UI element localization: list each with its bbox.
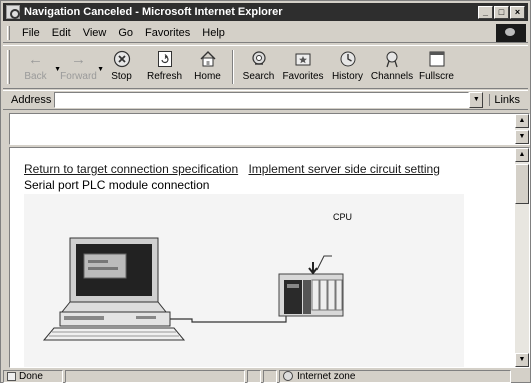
status-cell-1 (247, 369, 261, 383)
ie-app-icon[interactable] (6, 5, 20, 19)
browser-window: Navigation Canceled - Microsoft Internet… (0, 0, 531, 383)
address-input[interactable] (54, 92, 470, 108)
page-icon (7, 371, 16, 381)
fullscreen-button[interactable]: Fullscre (415, 46, 458, 88)
plc-module-icon (278, 255, 344, 317)
home-label: Home (194, 71, 221, 82)
address-dropdown-button[interactable]: ▼ (469, 92, 484, 108)
connection-diagram (24, 194, 464, 367)
window-title: Navigation Canceled - Microsoft Internet… (24, 6, 283, 18)
cpu-label: CPU (333, 212, 353, 222)
main-frame-scrollbar[interactable]: ▲ ▼ (515, 148, 529, 367)
implement-link[interactable]: Implement server side circuit setting (248, 162, 439, 176)
personal-computer-icon (42, 237, 186, 341)
address-bar: Address ▼ Links (3, 90, 528, 110)
back-arrow-icon: ← (28, 50, 43, 68)
favorites-icon (292, 49, 314, 69)
menu-view[interactable]: View (77, 27, 113, 39)
return-link[interactable]: Return to target connection specificatio… (24, 162, 238, 176)
favorites-button[interactable]: Favorites (280, 46, 326, 88)
refresh-icon (154, 49, 176, 69)
forward-arrow-icon: → (71, 50, 86, 68)
menu-bar: File Edit View Go Favorites Help (3, 23, 528, 43)
back-button[interactable]: ← Back ▼ (14, 46, 61, 88)
minimize-button[interactable]: _ (478, 5, 493, 19)
menu-help[interactable]: Help (196, 27, 231, 39)
menu-file[interactable]: File (16, 27, 46, 39)
home-icon (197, 49, 219, 69)
page-content: Return to target connection specificatio… (10, 148, 516, 367)
globe-icon (283, 371, 293, 381)
channels-label: Channels (370, 71, 414, 82)
windows-logo-icon (496, 23, 526, 42)
back-label: Back (24, 71, 47, 82)
search-icon (248, 49, 270, 69)
fullscreen-label: Fullscre (418, 71, 454, 82)
toolbar-separator (232, 50, 234, 84)
forward-label: Forward (60, 71, 97, 82)
channels-button[interactable]: Channels (369, 46, 415, 88)
maximize-button[interactable]: □ (494, 5, 509, 19)
title-bar: Navigation Canceled - Microsoft Internet… (3, 3, 528, 21)
home-button[interactable]: Home (186, 46, 229, 88)
history-label: History (331, 71, 364, 82)
status-bar: Done Internet zone (3, 369, 528, 383)
address-label: Address (11, 94, 52, 106)
standard-toolbar: ← Back ▼ → Forward ▼ Stop Refresh Home S… (3, 45, 528, 89)
menu-edit[interactable]: Edit (46, 27, 77, 39)
stop-button[interactable]: Stop (100, 46, 143, 88)
main-scroll-down-arrow-icon[interactable]: ▼ (515, 353, 529, 367)
zone-cell: Internet zone (279, 369, 511, 383)
scroll-down-arrow-icon[interactable]: ▼ (515, 130, 529, 144)
top-frame-scrollbar[interactable]: ▲ ▼ (515, 114, 529, 144)
refresh-button[interactable]: Refresh (143, 46, 186, 88)
status-cell-2 (263, 369, 277, 383)
menu-bar-grip[interactable] (7, 25, 10, 40)
window-controls: _ □ × (478, 5, 525, 19)
close-button[interactable]: × (510, 5, 525, 19)
forward-button[interactable]: → Forward ▼ (57, 46, 104, 88)
main-scroll-thumb[interactable] (515, 164, 529, 204)
channels-icon (381, 49, 403, 69)
main-frame: Return to target connection specificatio… (9, 147, 530, 368)
main-scroll-up-arrow-icon[interactable]: ▲ (515, 148, 529, 162)
toolbar-grip[interactable] (7, 50, 10, 84)
scroll-up-arrow-icon[interactable]: ▲ (515, 114, 529, 128)
status-text-cell: Done (3, 369, 63, 383)
history-button[interactable]: History (326, 46, 369, 88)
search-button[interactable]: Search (237, 46, 280, 88)
nav-links: Return to target connection specificatio… (24, 162, 440, 176)
menu-favorites[interactable]: Favorites (139, 27, 196, 39)
links-button[interactable]: Links (489, 94, 520, 106)
history-icon (337, 49, 359, 69)
status-text: Done (19, 370, 43, 382)
favorites-label: Favorites (282, 71, 324, 82)
search-label: Search (242, 71, 275, 82)
status-progress-cell (65, 369, 245, 383)
top-frame: ▲ ▼ (9, 113, 530, 145)
stop-label: Stop (111, 71, 132, 82)
refresh-label: Refresh (146, 71, 182, 82)
menu-go[interactable]: Go (112, 27, 139, 39)
zone-text: Internet zone (297, 370, 356, 382)
stop-icon (111, 49, 133, 69)
serial-cable (170, 306, 287, 323)
fullscreen-icon (426, 49, 448, 69)
page-heading: Serial port PLC module connection (24, 178, 210, 192)
